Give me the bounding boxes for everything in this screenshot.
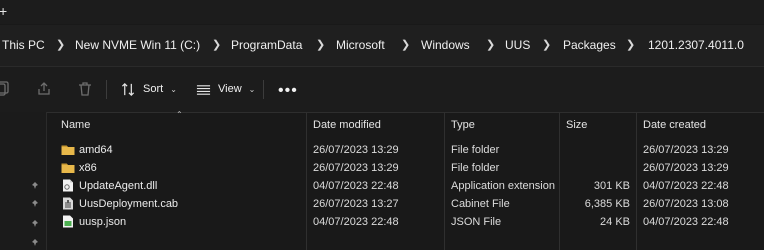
- file-date-created: 04/07/2023 22:48: [643, 216, 729, 228]
- chevron-right-icon[interactable]: ❯: [212, 25, 221, 66]
- file-date-created: 26/07/2023 13:08: [643, 198, 729, 210]
- file-date-modified: 26/07/2023 13:29: [313, 162, 399, 174]
- file-name: UpdateAgent.dll: [79, 180, 158, 192]
- breadcrumb-drive[interactable]: New NVME Win 11 (C:): [75, 25, 200, 66]
- sort-icon: [121, 82, 135, 96]
- view-button[interactable]: View ⌄: [196, 77, 255, 101]
- column-header-type[interactable]: Type: [451, 112, 475, 138]
- cab-file-icon: [63, 197, 73, 210]
- file-row[interactable]: uusp.json 04/07/2023 22:48 JSON File 24 …: [46, 213, 764, 231]
- chevron-right-icon[interactable]: ❯: [486, 25, 495, 66]
- column-header-date-modified[interactable]: Date modified: [313, 112, 381, 138]
- pin-icon[interactable]: [30, 181, 40, 191]
- pin-icon[interactable]: [30, 238, 40, 248]
- file-date-created: 26/07/2023 13:29: [643, 144, 729, 156]
- file-type: JSON File: [451, 216, 502, 228]
- title-bar: +: [0, 0, 764, 24]
- json-file-icon: [63, 215, 73, 228]
- file-date-modified: 04/07/2023 22:48: [313, 216, 399, 228]
- sort-label: Sort: [143, 83, 164, 95]
- column-header-size[interactable]: Size: [566, 112, 587, 138]
- file-size: 6,385 KB: [584, 198, 630, 210]
- view-icon: [196, 84, 211, 95]
- breadcrumb-windows[interactable]: Windows: [421, 25, 470, 66]
- chevron-right-icon[interactable]: ❯: [542, 25, 551, 66]
- dll-file-icon: [63, 179, 73, 192]
- file-size: [566, 141, 630, 159]
- navigation-pane: [0, 112, 47, 250]
- chevron-right-icon[interactable]: ❯: [316, 25, 325, 66]
- file-row[interactable]: x86 26/07/2023 13:29 File folder 26/07/2…: [46, 159, 764, 177]
- command-bar: Sort ⌄ View ⌄: [0, 66, 764, 113]
- file-date-modified: 26/07/2023 13:27: [313, 198, 399, 210]
- file-row[interactable]: UusDeployment.cab 26/07/2023 13:27 Cabin…: [46, 195, 764, 213]
- folder-icon: [61, 145, 75, 155]
- file-name: UusDeployment.cab: [79, 198, 179, 210]
- file-type: Cabinet File: [451, 198, 510, 210]
- file-name: amd64: [79, 144, 113, 156]
- file-type: File folder: [451, 144, 500, 156]
- breadcrumb-microsoft[interactable]: Microsoft: [336, 25, 385, 66]
- breadcrumb: This PC ❯ New NVME Win 11 (C:) ❯ Program…: [0, 25, 764, 66]
- file-name: x86: [79, 162, 97, 174]
- file-date-modified: 26/07/2023 13:29: [313, 144, 399, 156]
- view-label: View: [218, 83, 242, 95]
- column-header-date-created[interactable]: Date created: [643, 112, 706, 138]
- more-options-button[interactable]: •••: [278, 82, 298, 100]
- file-size: 24 KB: [600, 216, 630, 228]
- copy-icon[interactable]: [0, 81, 10, 97]
- file-size: 301 KB: [593, 180, 630, 192]
- file-date-created: 26/07/2023 13:29: [643, 162, 729, 174]
- toolbar-divider: [263, 80, 264, 99]
- file-row[interactable]: amd64 26/07/2023 13:29 File folder 26/07…: [46, 141, 764, 159]
- breadcrumb-uus[interactable]: UUS: [505, 25, 530, 66]
- share-icon[interactable]: [36, 81, 52, 97]
- file-type: Application extension: [451, 180, 555, 192]
- new-tab-button[interactable]: +: [0, 2, 7, 20]
- chevron-down-icon: ⌄: [248, 84, 256, 94]
- file-date-created: 04/07/2023 22:48: [643, 180, 729, 192]
- breadcrumb-current-folder[interactable]: 1201.2307.4011.0: [648, 25, 744, 66]
- file-type: File folder: [451, 162, 500, 174]
- chevron-down-icon: ⌄: [170, 84, 177, 94]
- breadcrumb-packages[interactable]: Packages: [563, 25, 616, 66]
- file-size: [566, 159, 630, 177]
- file-row[interactable]: UpdateAgent.dll 04/07/2023 22:48 Applica…: [46, 177, 764, 195]
- folder-icon: [61, 163, 75, 173]
- chevron-right-icon[interactable]: ❯: [56, 25, 65, 66]
- file-date-modified: 04/07/2023 22:48: [313, 180, 399, 192]
- file-name: uusp.json: [79, 216, 127, 228]
- toolbar-divider: [106, 80, 107, 99]
- breadcrumb-programdata[interactable]: ProgramData: [231, 25, 302, 66]
- sort-ascending-icon: ⌃: [176, 110, 183, 119]
- pin-icon[interactable]: [30, 219, 40, 229]
- sort-button[interactable]: Sort ⌄: [121, 77, 177, 101]
- chevron-right-icon[interactable]: ❯: [401, 25, 410, 66]
- pin-icon[interactable]: [30, 199, 40, 209]
- column-header-name[interactable]: Name: [61, 112, 90, 138]
- chevron-right-icon[interactable]: ❯: [626, 25, 635, 66]
- delete-icon[interactable]: [77, 81, 93, 97]
- breadcrumb-this-pc[interactable]: This PC: [2, 25, 45, 66]
